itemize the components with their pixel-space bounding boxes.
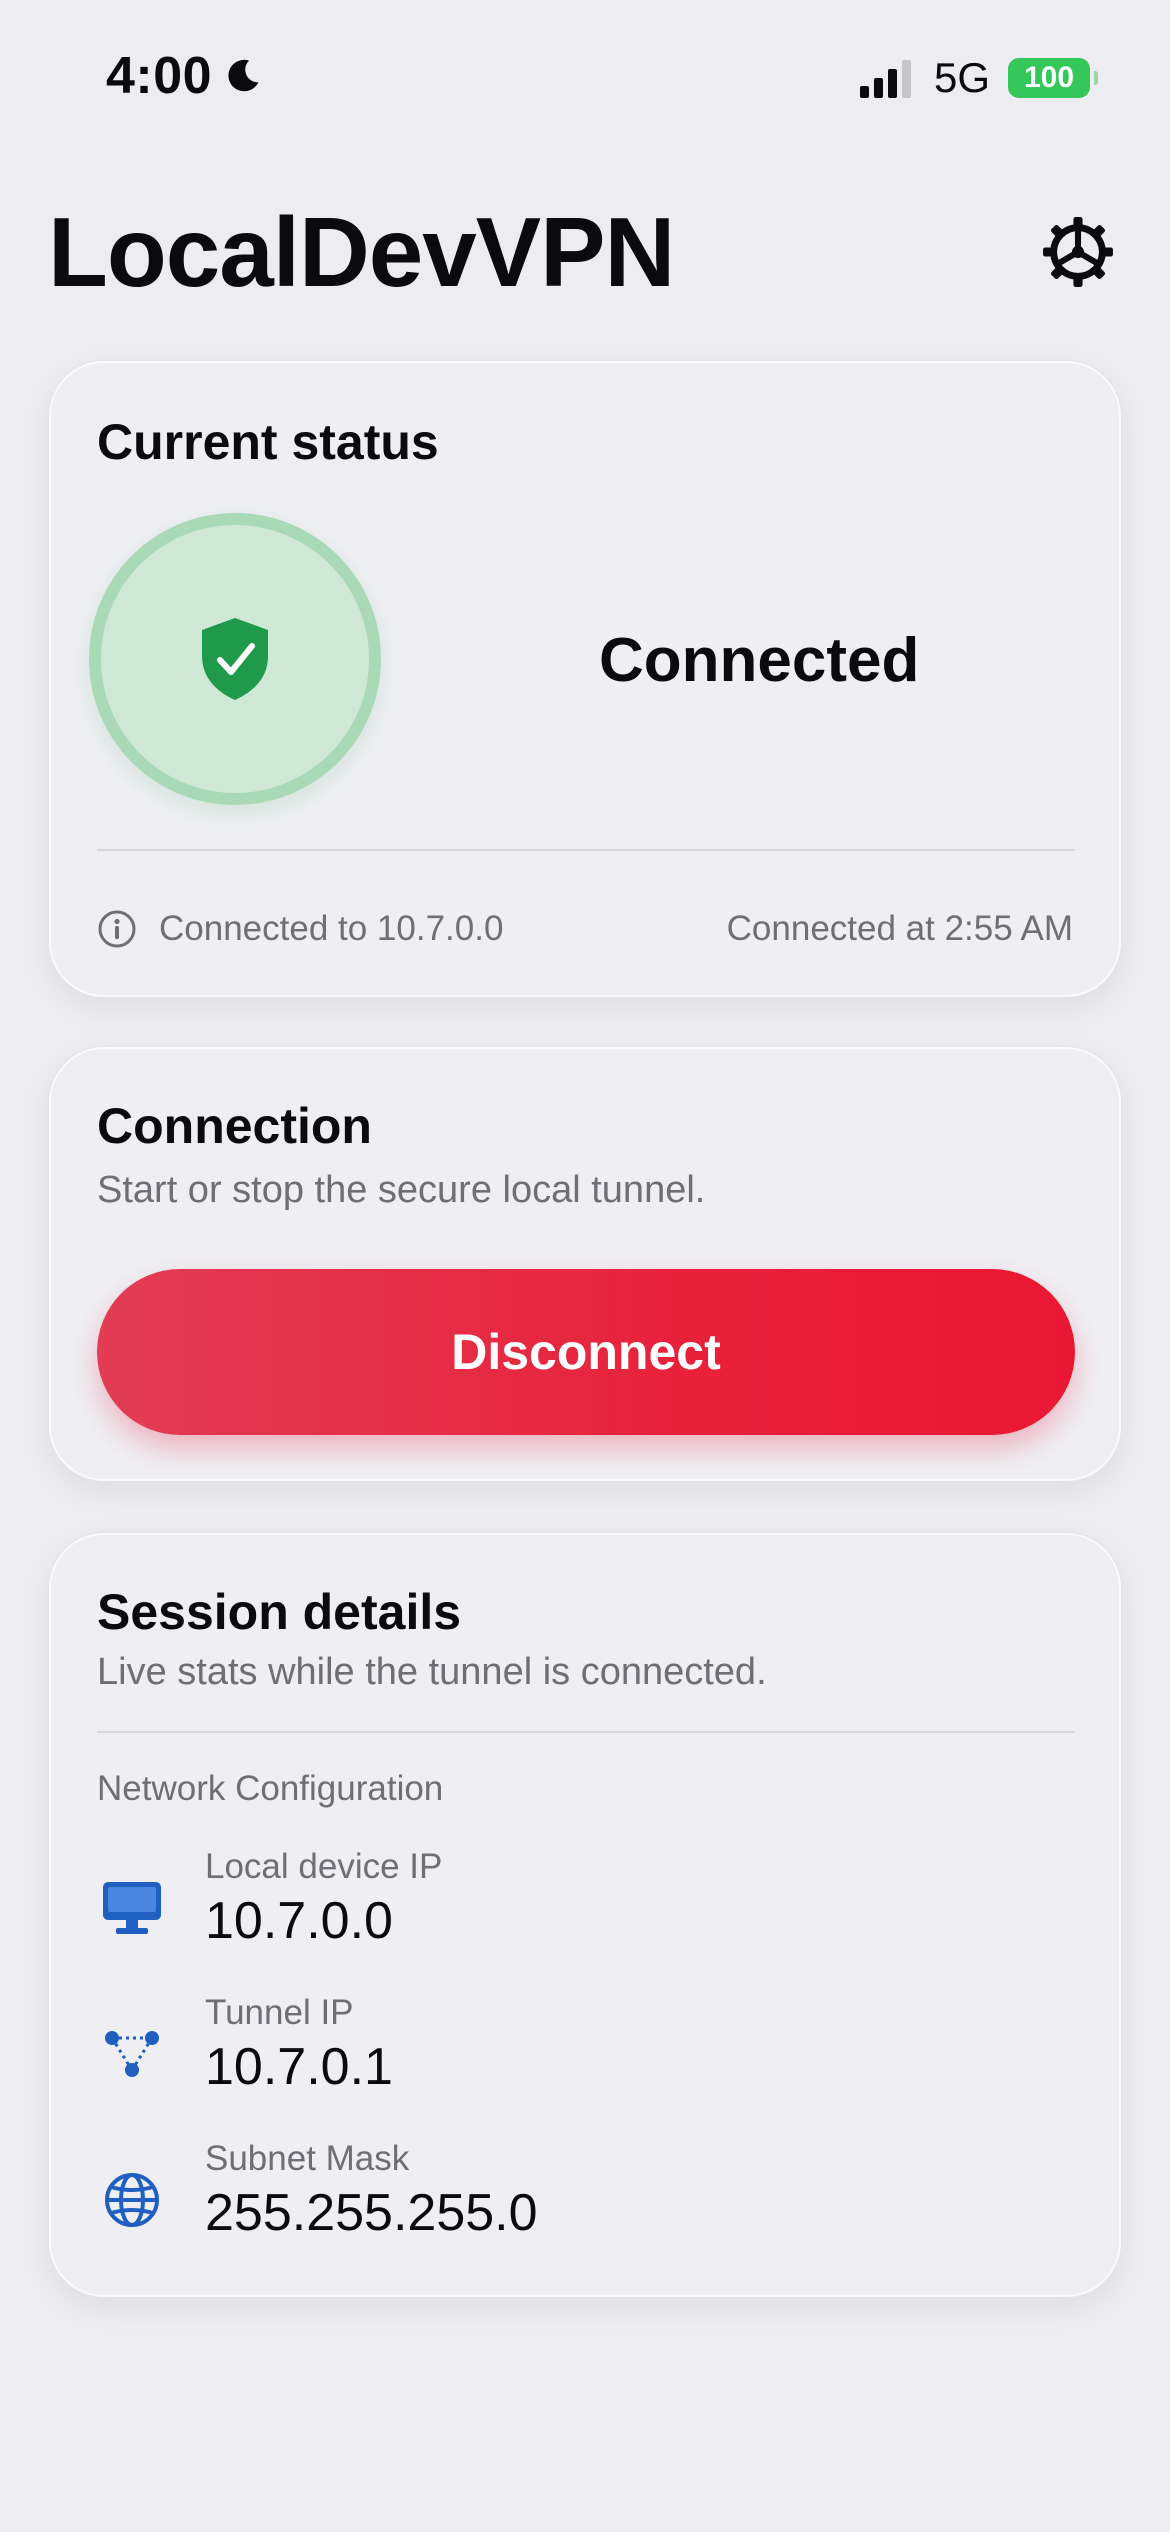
detail-row-subnet-mask: Subnet Mask 255.255.255.0 [97, 2139, 1075, 2259]
moon-icon [228, 59, 259, 92]
section-label: Network Configuration [97, 1769, 444, 1808]
detail-row-local-ip: Local device IP 10.7.0.0 [97, 1847, 1075, 1967]
detail-label: Tunnel IP [205, 1993, 354, 2032]
cellular-signal-icon [859, 60, 911, 98]
detail-label: Subnet Mask [205, 2139, 410, 2178]
connection-state: Connected [599, 626, 920, 695]
detail-row-tunnel-ip: Tunnel IP 10.7.0.1 [97, 1993, 1075, 2113]
network-nodes-icon [97, 2019, 167, 2089]
disconnect-button[interactable]: Disconnect [97, 1269, 1075, 1435]
connected-to-row: Connected to 10.7.0.0 [97, 909, 503, 949]
network-type: 5G [933, 54, 990, 101]
clock-label: 4:00 [106, 47, 213, 105]
connected-to-text: Connected to 10.7.0.0 [159, 909, 504, 948]
card-title: Current status [97, 414, 439, 470]
card-title: Session details [97, 1584, 462, 1640]
status-indicators: 5G 100 [858, 54, 1098, 102]
app-title: LocalDevVPN [48, 197, 675, 307]
detail-value: 10.7.0.0 [205, 1892, 393, 1950]
status-time: 4:00 [106, 46, 264, 106]
current-status-card: Current status Connected Connected to 10… [48, 360, 1122, 998]
divider [97, 1731, 1075, 1733]
shield-check-icon [202, 618, 268, 700]
gear-icon [1043, 217, 1113, 287]
status-footer: Connected to 10.7.0.0 Connected at 2:55 … [97, 909, 1073, 949]
card-subtitle: Live stats while the tunnel is connected… [97, 1651, 767, 1693]
desktop-computer-icon [97, 1873, 167, 1943]
globe-icon [97, 2165, 167, 2235]
card-title: Connection [97, 1098, 372, 1154]
battery-indicator: 100 [1008, 58, 1098, 98]
detail-value: 255.255.255.0 [205, 2184, 538, 2242]
connection-card: Connection Start or stop the secure loca… [48, 1046, 1122, 1482]
connected-at-text: Connected at 2:55 AM [726, 909, 1073, 948]
settings-button[interactable] [1036, 210, 1120, 294]
session-details-card: Session details Live stats while the tun… [48, 1532, 1122, 2298]
battery-level: 100 [1023, 61, 1075, 94]
status-indicator-ring [89, 513, 381, 805]
detail-value: 10.7.0.1 [205, 2038, 393, 2096]
status-bar: 4:00 5G 100 [0, 0, 1170, 150]
info-icon [98, 910, 136, 948]
card-subtitle: Start or stop the secure local tunnel. [97, 1169, 706, 1211]
divider [97, 849, 1075, 851]
detail-label: Local device IP [205, 1847, 443, 1886]
